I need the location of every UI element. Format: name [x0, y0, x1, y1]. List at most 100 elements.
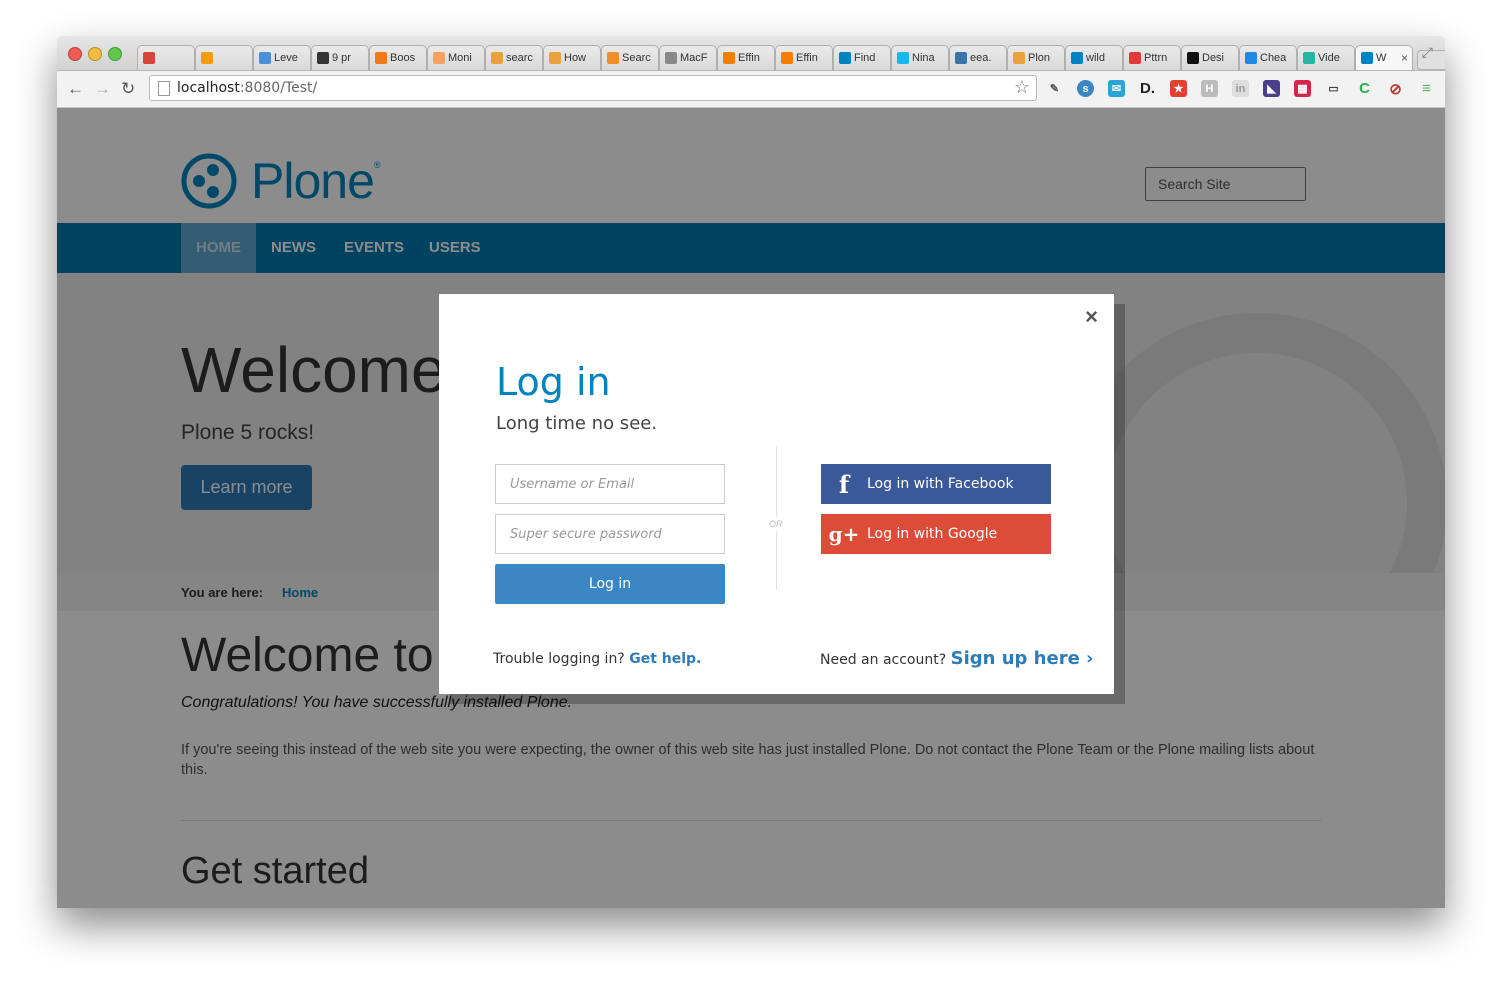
get-help-link[interactable]: Get help. — [629, 651, 701, 667]
tab-label: Effin — [796, 52, 818, 64]
browser-tab[interactable]: searc — [485, 45, 543, 70]
google-login-button[interactable]: g+ Log in with Google — [821, 514, 1051, 554]
trouble-text: Trouble logging in? Get help. — [493, 651, 702, 667]
tab-favicon-icon — [955, 52, 967, 64]
browser-tab[interactable]: How — [543, 45, 601, 70]
browser-tab[interactable]: Searc — [601, 45, 659, 70]
d-extension-icon[interactable]: D. — [1139, 80, 1156, 97]
minimize-window-button[interactable] — [88, 47, 102, 61]
browser-tab[interactable]: 9 pr — [311, 45, 369, 70]
browser-window: Leve 9 pr Boos Moni searc How Searc MacF Effin Ef… — [57, 36, 1445, 908]
browser-tab[interactable]: Vide — [1297, 45, 1355, 70]
bookmark-star-icon[interactable]: ☆ — [1014, 77, 1030, 98]
tab-favicon-icon — [1361, 52, 1373, 64]
tab-favicon-icon — [897, 52, 909, 64]
tab-close-icon[interactable]: × — [1401, 51, 1408, 65]
tab-label: Moni — [448, 52, 472, 64]
tab-favicon-icon — [1303, 52, 1315, 64]
tab-favicon-icon — [317, 52, 329, 64]
browser-tab[interactable]: Chea — [1239, 45, 1297, 70]
facebook-icon: f — [838, 469, 850, 499]
browser-tab[interactable] — [195, 45, 253, 70]
tab-favicon-icon — [1013, 52, 1025, 64]
tab-favicon-icon — [665, 52, 677, 64]
pattern-icon[interactable]: ▦ — [1294, 80, 1311, 97]
tab-favicon-icon — [549, 52, 561, 64]
tab-label: Leve — [274, 52, 298, 64]
browser-tab[interactable] — [137, 45, 195, 70]
browser-tab[interactable]: Find — [833, 45, 891, 70]
tab-favicon-icon — [201, 52, 213, 64]
tab-favicon-icon — [1187, 52, 1199, 64]
browser-tab[interactable]: Desi — [1181, 45, 1239, 70]
mail-checker-icon[interactable]: ✉ — [1108, 80, 1125, 97]
url-text[interactable]: localhost:8080/Test/ — [177, 80, 317, 96]
or-label: OR — [769, 517, 783, 531]
skype-icon[interactable]: s — [1077, 80, 1094, 97]
facebook-login-label: Log in with Facebook — [867, 476, 1014, 492]
login-modal: × Log in Long time no see. Username or E… — [439, 294, 1114, 694]
password-field[interactable]: Super secure password — [495, 514, 725, 554]
tab-label: W — [1376, 52, 1387, 64]
tab-label: Plon — [1028, 52, 1051, 64]
modal-subtitle: Long time no see. — [496, 413, 658, 434]
browser-tab[interactable]: W × — [1355, 45, 1413, 70]
fullscreen-icon[interactable]: ⤢ — [1422, 44, 1433, 61]
in-extension-icon[interactable]: in — [1232, 80, 1249, 97]
browser-tab[interactable]: wild — [1065, 45, 1123, 70]
zoom-window-button[interactable] — [108, 47, 122, 61]
tab-favicon-icon — [143, 52, 155, 64]
tab-label: How — [564, 52, 587, 64]
reload-icon[interactable]: ↻ — [121, 79, 135, 99]
tab-favicon-icon — [1071, 52, 1083, 64]
browser-tab[interactable]: MacF — [659, 45, 717, 70]
tab-label: Vide — [1318, 52, 1340, 64]
tab-label: Chea — [1260, 52, 1287, 64]
browser-tab[interactable]: Boos — [369, 45, 427, 70]
facebook-login-button[interactable]: f Log in with Facebook — [821, 464, 1051, 504]
browser-tab[interactable]: eea. — [949, 45, 1007, 70]
forward-icon[interactable]: → — [94, 79, 111, 99]
tab-favicon-icon — [433, 52, 445, 64]
tab-label: MacF — [680, 52, 708, 64]
browser-tab[interactable]: Pttrn — [1123, 45, 1181, 70]
tab-label: Effin — [738, 52, 760, 64]
browser-tab[interactable]: Plon — [1007, 45, 1065, 70]
window-controls — [68, 47, 122, 61]
tab-favicon-icon — [1245, 52, 1257, 64]
browser-tab[interactable]: Moni — [427, 45, 485, 70]
close-window-button[interactable] — [68, 47, 82, 61]
tab-label: Pttrn — [1144, 52, 1168, 64]
tab-label: searc — [506, 52, 533, 64]
browser-tab[interactable]: Leve — [253, 45, 311, 70]
close-icon[interactable]: × — [1085, 304, 1098, 330]
tab-label: Desi — [1202, 52, 1225, 64]
address-bar[interactable]: localhost:8080/Test/ ☆ — [149, 75, 1037, 101]
sign-up-link[interactable]: Sign up here › — [951, 648, 1094, 669]
signup-text: Need an account? Sign up here › — [820, 648, 1094, 669]
pocket-icon[interactable]: ★ — [1170, 80, 1187, 97]
page-icon — [158, 81, 170, 96]
menu-icon[interactable]: ≡ — [1418, 80, 1435, 97]
tab-label: Nina — [912, 52, 935, 64]
wrench-icon[interactable]: ✎ — [1046, 80, 1063, 97]
block-icon[interactable]: ⊘ — [1387, 80, 1404, 98]
tab-favicon-icon — [607, 52, 619, 64]
color-picker-icon[interactable]: ◣ — [1263, 80, 1280, 97]
tab-strip: Leve 9 pr Boos Moni searc How Searc MacF Effin Ef… — [137, 45, 1445, 70]
browser-tab[interactable]: Effin — [775, 45, 833, 70]
google-login-label: Log in with Google — [867, 526, 998, 542]
h-extension-icon[interactable]: H — [1201, 80, 1218, 97]
back-icon[interactable]: ← — [67, 79, 84, 99]
tab-favicon-icon — [259, 52, 271, 64]
cast-icon[interactable]: ▭ — [1325, 80, 1342, 97]
tab-favicon-icon — [491, 52, 503, 64]
login-button[interactable]: Log in — [495, 564, 725, 604]
tab-favicon-icon — [781, 52, 793, 64]
username-field[interactable]: Username or Email — [495, 464, 725, 504]
browser-tab[interactable]: Nina — [891, 45, 949, 70]
c-extension-icon[interactable]: C — [1356, 80, 1373, 97]
tab-favicon-icon — [723, 52, 735, 64]
browser-tab[interactable]: Effin — [717, 45, 775, 70]
tab-label: 9 pr — [332, 52, 351, 64]
